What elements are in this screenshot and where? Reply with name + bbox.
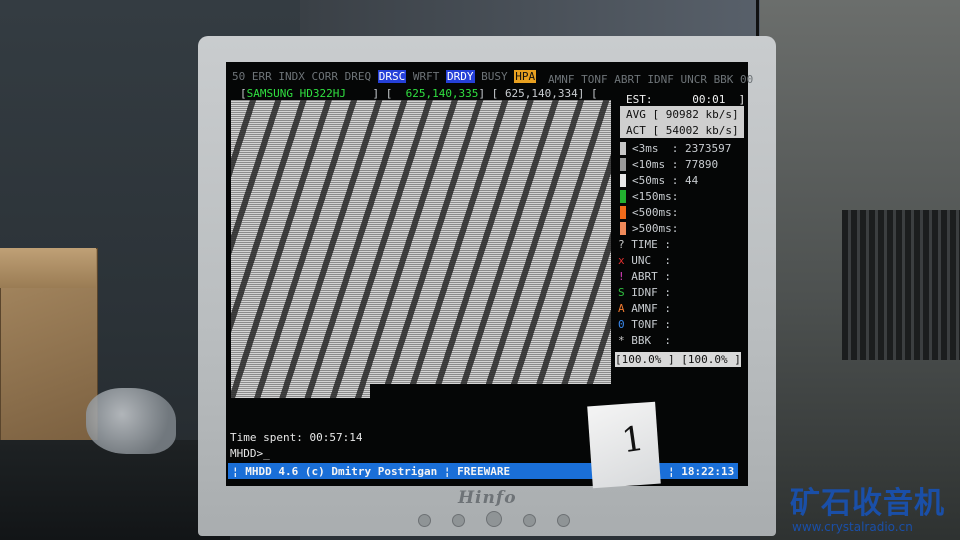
scan-map	[231, 100, 611, 398]
time-spent: Time spent: 00:57:14	[230, 431, 363, 444]
error-row-amnf: A AMNF :	[618, 302, 671, 315]
equipment-shelf	[842, 210, 960, 360]
est-row: EST: 00:01 ]	[626, 93, 746, 106]
monitor-brand-logo: Hinfo	[458, 488, 517, 508]
timing-bar-50ms	[620, 174, 626, 187]
circuit-hardware	[0, 440, 230, 540]
timing-bar-10ms	[620, 158, 626, 171]
timing-bar-500ms	[620, 206, 626, 219]
avg-speed: AVG [ 90982 kb/s]	[626, 108, 739, 121]
lba-current: 625,140,335	[405, 87, 479, 100]
monitor-buttons	[418, 511, 591, 531]
est-label: EST:	[626, 93, 653, 106]
lba-max: 625,140,334	[504, 87, 578, 100]
flag-50: 50	[232, 70, 246, 83]
scan-map-end	[370, 384, 611, 398]
error-flags-row: AMNF TONF ABRT IDNF UNCR BBK 00	[548, 73, 754, 86]
timing-row-3ms: <3ms : 2373597	[632, 142, 732, 155]
error-row-t0nf: 0 T0NF :	[618, 318, 671, 331]
bubble-wrap	[86, 388, 176, 454]
monitor-button-4[interactable]	[557, 514, 570, 527]
watermark-url: www.crystalradio.cn	[792, 520, 913, 534]
room-background-top	[300, 0, 760, 40]
power-button[interactable]	[486, 511, 502, 527]
watermark-title: 矿石收音机	[790, 486, 945, 521]
error-row-time: ? TIME :	[618, 238, 671, 251]
monitor-button-2[interactable]	[452, 514, 465, 527]
monitor-button-3[interactable]	[523, 514, 536, 527]
monitor-button-1[interactable]	[418, 514, 431, 527]
timing-bar-3ms	[620, 142, 626, 155]
cardboard-box-flap	[0, 248, 96, 288]
error-row-idnf: S IDNF :	[618, 286, 671, 299]
flag-drdy: DRDY	[446, 70, 475, 83]
status-flags-row: 50 ERR INDX CORR DREQ DRSC WRFT DRDY BUS…	[232, 70, 537, 83]
status-bar-title: ¦ MHDD 4.6 (c) Dmitry Postrigan ¦ FREEWA…	[232, 465, 511, 478]
timing-row-500ms: <500ms:	[632, 206, 679, 219]
error-row-unc: x UNC :	[618, 254, 671, 267]
flag-hpa: HPA	[514, 70, 537, 83]
drive-model: SAMSUNG HD322HJ	[246, 87, 346, 100]
command-prompt[interactable]: MHDD>_	[230, 447, 270, 460]
act-speed: ACT [ 54002 kb/s]	[626, 124, 739, 137]
timing-row-150ms: <150ms:	[632, 190, 679, 203]
timing-bar-150ms	[620, 190, 626, 203]
progress-percent: [100.0% ] [100.0% ]	[615, 352, 741, 367]
error-row-bbk: * BBK :	[618, 334, 671, 347]
status-bar-clock: ¦ 18:22:13	[668, 465, 735, 478]
est-value: 00:01	[692, 93, 726, 106]
flag-drsc: DRSC	[377, 70, 407, 83]
error-row-abrt: ! ABRT :	[618, 270, 671, 283]
timing-bar-gt500ms	[620, 222, 626, 235]
drive-info-row: [SAMSUNG HD322HJ ] [ 625,140,335] [ 625,…	[240, 87, 598, 100]
timing-row-50ms: <50ms : 44	[632, 174, 699, 187]
timing-row-gt500ms: >500ms:	[632, 222, 679, 235]
timing-row-10ms: <10ms : 77890	[632, 158, 719, 171]
